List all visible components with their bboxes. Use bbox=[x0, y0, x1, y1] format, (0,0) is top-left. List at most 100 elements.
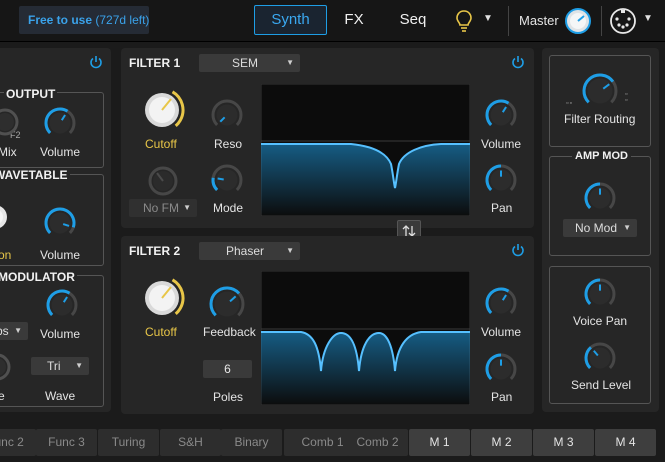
power-icon[interactable] bbox=[511, 55, 525, 69]
tab-fx-label: FX bbox=[344, 11, 364, 28]
mod-tab-m3[interactable]: M 3 bbox=[533, 429, 594, 456]
mod-tab-func2[interactable]: Func 2 bbox=[0, 429, 36, 456]
mod-tab-binary[interactable]: Binary bbox=[221, 429, 282, 456]
filter2-pan-knob[interactable] bbox=[483, 351, 519, 387]
mod-tab-comb2[interactable]: Comb 2 bbox=[347, 429, 408, 456]
filter2-response-display[interactable] bbox=[261, 271, 470, 405]
chevron-down-icon[interactable]: ▼ bbox=[643, 13, 653, 24]
ampmod-title: AMP MOD bbox=[572, 150, 631, 162]
filter1-volume-knob[interactable] bbox=[483, 97, 519, 133]
filter2-feedback-label: Feedback bbox=[203, 325, 256, 339]
tab-seq-label: Seq bbox=[399, 11, 427, 28]
tab-seq[interactable]: Seq bbox=[393, 5, 433, 35]
free-label: Free to use bbox=[28, 13, 93, 27]
power-icon[interactable] bbox=[89, 55, 103, 69]
tab-label: M 4 bbox=[615, 435, 636, 449]
filter2-pan-label: Pan bbox=[491, 390, 513, 404]
filter1-fm-value: No FM bbox=[143, 201, 179, 215]
filter1-mode-label: Mode bbox=[213, 201, 244, 215]
wave-label: Wave bbox=[45, 389, 76, 403]
tab-label: M 1 bbox=[429, 435, 450, 449]
filter2-poles-label: Poles bbox=[213, 390, 244, 404]
modulator-volume-knob[interactable] bbox=[44, 287, 80, 323]
voice-pan-label: Voice Pan bbox=[573, 314, 628, 328]
filter1-fm-knob[interactable] bbox=[145, 163, 181, 199]
filter2-cutoff-knob[interactable] bbox=[138, 274, 186, 322]
divider bbox=[601, 6, 602, 36]
ampmod-dropdown[interactable]: No Mod ▼ bbox=[563, 219, 637, 237]
output-title: OUTPUT bbox=[4, 87, 58, 101]
midi-icon[interactable] bbox=[609, 7, 637, 35]
wavetable-volume-label: Volume bbox=[40, 248, 81, 262]
tab-synth-label: Synth bbox=[271, 11, 310, 28]
free-days: (727d left) bbox=[95, 13, 150, 27]
mix-knob[interactable] bbox=[0, 105, 22, 139]
filter1-type-value: SEM bbox=[232, 56, 259, 70]
modulator-knob-2[interactable] bbox=[0, 350, 14, 384]
filter-routing-label: Filter Routing bbox=[564, 112, 636, 126]
filter2-type-dropdown[interactable]: Phaser ▼ bbox=[199, 242, 300, 260]
chevron-down-icon: ▼ bbox=[183, 203, 191, 212]
mod-tab-m4[interactable]: M 4 bbox=[595, 429, 656, 456]
tab-label: Comb 1 bbox=[301, 435, 344, 449]
tab-synth[interactable]: Synth bbox=[254, 5, 327, 35]
wave-dropdown[interactable]: Tri ▼ bbox=[31, 357, 89, 375]
output-volume-label: Volume bbox=[40, 145, 81, 159]
ampmod-value: No Mod bbox=[575, 221, 618, 235]
filter1-cutoff-knob[interactable] bbox=[138, 86, 186, 134]
voice-pan-knob[interactable] bbox=[582, 276, 618, 312]
tab-label: Binary bbox=[234, 435, 269, 449]
filter1-response-display[interactable] bbox=[261, 84, 470, 216]
lightbulb-icon[interactable] bbox=[455, 9, 473, 33]
modulator-title: MODULATOR bbox=[0, 270, 77, 284]
filter2-cutoff-label: Cutoff bbox=[145, 325, 177, 339]
wave-dropdown-value: Tri bbox=[47, 359, 61, 373]
filter1-reso-knob[interactable] bbox=[209, 97, 245, 133]
tab-fx[interactable]: FX bbox=[334, 5, 374, 35]
master-volume-knob[interactable] bbox=[564, 7, 592, 35]
tab-label: Turing bbox=[111, 435, 146, 449]
power-icon[interactable] bbox=[511, 243, 525, 257]
free-to-use-badge[interactable]: Free to use (727d left) bbox=[19, 6, 149, 34]
mod-tab-m1[interactable]: M 1 bbox=[409, 429, 470, 456]
output-volume-knob[interactable] bbox=[42, 105, 78, 141]
mod-tab-sh[interactable]: S&H bbox=[160, 429, 221, 456]
chevron-down-icon: ▼ bbox=[14, 326, 22, 335]
wavetable-volume-knob[interactable] bbox=[42, 205, 78, 241]
wavetable-partial-label: on bbox=[0, 248, 12, 262]
filter1-pan-knob[interactable] bbox=[483, 162, 519, 198]
filter1-pan-label: Pan bbox=[491, 201, 513, 215]
filter2-title: FILTER 2 bbox=[129, 244, 181, 258]
modulator-dropdown-value: bs bbox=[0, 324, 9, 338]
mod-tab-m2[interactable]: M 2 bbox=[471, 429, 532, 456]
routing-left-indicator: ▫▫ bbox=[566, 100, 573, 107]
modulator-dropdown[interactable]: bs ▼ bbox=[0, 322, 28, 340]
filter-routing-knob[interactable] bbox=[580, 71, 620, 111]
wavetable-title: WAVETABLE bbox=[0, 168, 70, 182]
filter1-fm-dropdown[interactable]: No FM ▼ bbox=[129, 199, 197, 217]
poles-number: 6 bbox=[224, 362, 231, 376]
tab-label: Func 2 bbox=[0, 435, 24, 449]
filter1-mode-knob[interactable] bbox=[209, 162, 245, 198]
chevron-down-icon[interactable]: ▼ bbox=[483, 13, 493, 24]
mod-tab-turing[interactable]: Turing bbox=[98, 429, 159, 456]
chevron-down-icon: ▼ bbox=[623, 223, 631, 232]
filter2-poles-value[interactable]: 6 bbox=[203, 360, 252, 378]
filter1-cutoff-label: Cutoff bbox=[145, 137, 177, 151]
tab-label: S&H bbox=[178, 435, 203, 449]
filter2-feedback-knob[interactable] bbox=[207, 284, 247, 324]
divider bbox=[508, 6, 509, 36]
send-level-label: Send Level bbox=[571, 378, 632, 392]
partial-e-label: e bbox=[0, 389, 5, 403]
mix-label: Mix bbox=[0, 145, 17, 159]
filter1-title: FILTER 1 bbox=[129, 56, 181, 70]
ampmod-knob[interactable] bbox=[582, 180, 618, 216]
filter2-volume-knob[interactable] bbox=[483, 285, 519, 321]
mod-tab-func3[interactable]: Func 3 bbox=[36, 429, 97, 456]
filter1-type-dropdown[interactable]: SEM ▼ bbox=[199, 54, 300, 72]
filter2-type-value: Phaser bbox=[226, 244, 265, 258]
filter1-volume-label: Volume bbox=[481, 137, 522, 151]
master-label: Master bbox=[519, 13, 559, 28]
send-level-knob[interactable] bbox=[582, 340, 618, 376]
wavetable-knob[interactable] bbox=[0, 200, 12, 234]
